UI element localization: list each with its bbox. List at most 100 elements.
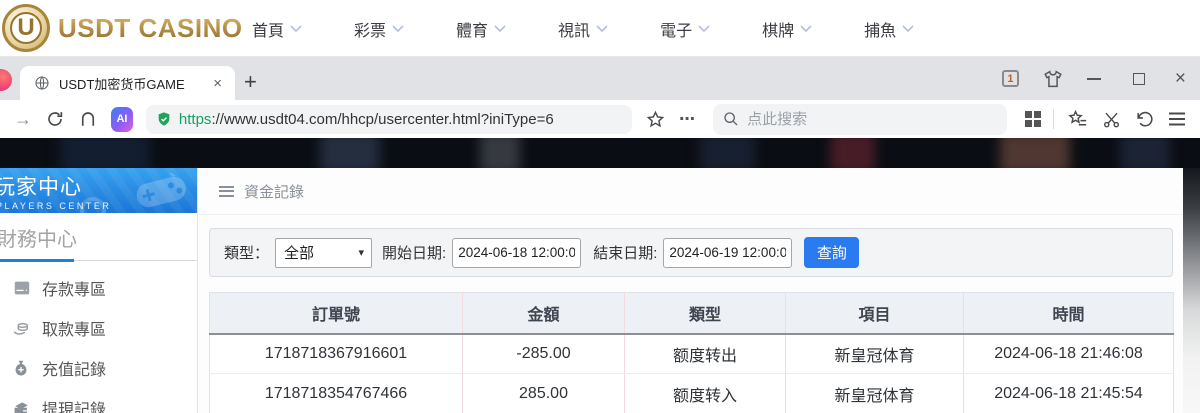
nav-item-video[interactable]: 視訊 [558, 17, 608, 41]
sidebar-item-withdrawal-record[interactable]: 提現記錄 [0, 388, 197, 413]
address-url-field[interactable]: https://www.usdt04.com/hhcp/usercenter.h… [145, 104, 633, 134]
sidebar-item-deposit[interactable]: 存款專區 [0, 268, 197, 308]
content-title-bar: 資金記錄 [199, 168, 1183, 215]
tab-close-icon[interactable]: × [210, 75, 225, 92]
usdt-logo-icon: U [2, 4, 50, 52]
section-title: 財務中心 [0, 229, 77, 251]
screenshot-scissors-icon[interactable] [1102, 110, 1121, 129]
type-select[interactable]: 全部 ▾ [275, 237, 373, 268]
undo-history-icon[interactable] [1135, 110, 1154, 129]
deposit-icon [13, 280, 31, 296]
screen: U USDT CASINO 首頁 彩票 體育 視訊 電子 棋牌 捕魚 USDT加… [0, 0, 1200, 413]
end-date-label: 結束日期: [593, 245, 658, 262]
search-icon [724, 112, 738, 126]
banner-backdrop [0, 138, 1200, 168]
toolbar-divider [1053, 109, 1054, 129]
page-title: 資金記錄 [244, 183, 305, 201]
start-date-label: 開始日期: [382, 245, 447, 262]
banner-streak [1120, 138, 1170, 168]
main-nav: 首頁 彩票 體育 視訊 電子 棋牌 捕魚 [252, 0, 914, 57]
window-close-icon[interactable]: × [1175, 69, 1186, 88]
chevron-down-icon [392, 24, 404, 32]
browser-tab[interactable]: USDT加密货币GAME × [20, 66, 235, 100]
end-date-input[interactable] [663, 237, 793, 268]
cell-order-number: 1718718367916601 [209, 333, 463, 374]
banner-streak [60, 138, 150, 168]
maximize-icon[interactable] [1132, 72, 1145, 85]
cell-amount: 285.00 [462, 373, 625, 413]
new-tab-icon[interactable]: + [244, 68, 257, 96]
table-header-row: 訂單號 金額 類型 項目 時間 [209, 292, 1174, 335]
banner-streak [830, 138, 875, 168]
apps-grid-icon[interactable] [1025, 111, 1042, 127]
col-time: 時間 [963, 292, 1174, 335]
table-row: 1718718367916601 -285.00 额度转出 新皇冠体育 2024… [209, 333, 1174, 374]
chevron-down-icon: ▾ [358, 247, 365, 259]
tab-count-badge[interactable]: 1 [1001, 70, 1019, 87]
url-path: ://www.usdt04.com/hhcp/usercenter.html?i… [211, 110, 554, 128]
section-underline [0, 259, 197, 262]
ai-assistant-button[interactable]: AI [111, 106, 133, 132]
skin-tshirt-icon[interactable] [1043, 69, 1063, 88]
security-shield-icon [158, 112, 170, 126]
page-body: 玩家中心 PLAYERS CENTER 財務中心 存款專區 取款專區 充值記錄 … [0, 168, 1200, 413]
start-date-input[interactable] [452, 237, 582, 268]
forward-icon[interactable]: → [14, 109, 32, 130]
cell-time: 2024-06-18 21:45:54 [963, 373, 1174, 413]
banner-streak [320, 138, 380, 168]
cell-item: 新皇冠体育 [785, 373, 964, 413]
minimize-icon[interactable] [1086, 77, 1101, 80]
cell-type: 额度转入 [624, 373, 786, 413]
search-input[interactable] [747, 110, 998, 128]
browser-menu-icon[interactable] [1168, 112, 1186, 126]
sidebar: 玩家中心 PLAYERS CENTER 財務中心 存款專區 取款專區 充值記錄 … [0, 168, 198, 413]
site-logo[interactable]: U USDT CASINO [2, 4, 243, 52]
chevron-down-icon [698, 24, 710, 32]
cell-amount: -285.00 [462, 333, 625, 374]
withdraw-icon [13, 321, 31, 336]
list-icon [219, 183, 234, 199]
banner-streak [1000, 138, 1070, 168]
nav-item-fishing[interactable]: 捕魚 [864, 17, 914, 41]
banner-streak [480, 138, 520, 168]
col-amount: 金額 [462, 292, 625, 335]
globe-icon [35, 76, 49, 90]
chevron-down-icon [800, 24, 812, 32]
favorites-list-icon[interactable] [1068, 110, 1088, 128]
more-options-icon[interactable]: ⋯ [679, 109, 695, 129]
browser-search-box[interactable] [713, 103, 1008, 135]
banner-streak [700, 138, 755, 168]
withdrawal-record-icon [13, 401, 31, 413]
col-type: 類型 [624, 292, 786, 335]
chevron-down-icon [902, 24, 914, 32]
filter-panel: 類型： 全部 ▾ 開始日期: 結束日期: 查詢 [209, 228, 1173, 277]
home-icon[interactable] [79, 110, 97, 128]
funds-record-table: 訂單號 金額 類型 項目 時間 1718718367916601 -285.00… [209, 292, 1174, 413]
chevron-down-icon [596, 24, 608, 32]
sidebar-item-recharge-record[interactable]: 充值記錄 [0, 348, 197, 388]
refresh-icon[interactable] [46, 110, 64, 128]
nav-item-lottery[interactable]: 彩票 [354, 17, 404, 41]
url-scheme: https [178, 110, 212, 128]
nav-item-slots[interactable]: 電子 [660, 17, 710, 41]
nav-item-sports[interactable]: 體育 [456, 17, 506, 41]
nav-item-cards[interactable]: 棋牌 [762, 17, 812, 41]
query-button[interactable]: 查詢 [804, 237, 860, 268]
recharge-record-icon [13, 360, 31, 377]
browser-address-bar: → AI https://www.usdt04.com/hhcp/usercen… [0, 100, 1200, 138]
browser-logo-icon[interactable] [0, 69, 12, 91]
type-select-value: 全部 [284, 245, 315, 262]
col-item: 項目 [785, 292, 964, 335]
site-header: U USDT CASINO 首頁 彩票 體育 視訊 電子 棋牌 捕魚 [0, 0, 1200, 57]
sidebar-item-withdraw[interactable]: 取款專區 [0, 308, 197, 348]
nav-item-home[interactable]: 首頁 [252, 17, 302, 41]
logo-letter: U [10, 12, 42, 44]
cell-type: 额度转出 [624, 333, 786, 374]
url-text: https://www.usdt04.com/hhcp/usercenter.h… [179, 111, 554, 128]
bookmark-star-icon[interactable] [646, 110, 665, 129]
sidebar-menu: 存款專區 取款專區 充值記錄 提現記錄 [0, 268, 197, 413]
cell-item: 新皇冠体育 [785, 333, 964, 374]
finance-section: 財務中心 [0, 223, 197, 262]
logo-text: USDT CASINO [58, 12, 243, 43]
tab-title: USDT加密货币GAME [59, 76, 185, 92]
